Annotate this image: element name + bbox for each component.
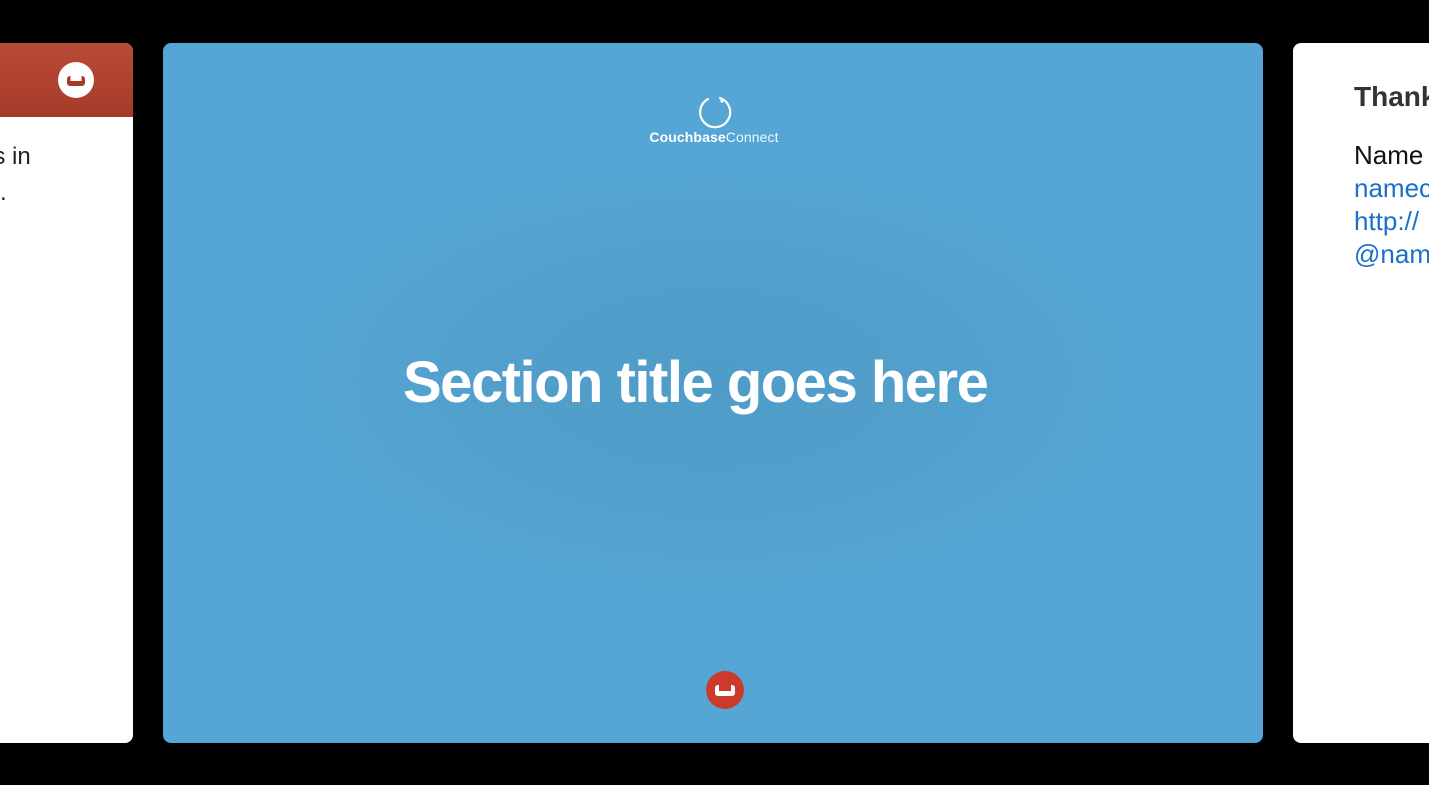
slide-viewer: us in m. CouchbaseConnect Section title … [0, 0, 1429, 785]
current-slide[interactable]: CouchbaseConnect Section title goes here [163, 43, 1263, 743]
couchbase-connect-logo: CouchbaseConnect [643, 93, 785, 153]
contact-url-link[interactable]: http:// [1354, 205, 1429, 238]
contact-name: Name [1354, 140, 1424, 170]
couchbase-logo-icon [58, 62, 94, 98]
brand-light-text: Connect [725, 129, 779, 145]
previous-slide-thumbnail[interactable]: us in m. [0, 43, 133, 743]
couchbase-logo-icon [706, 671, 744, 709]
section-title: Section title goes here [403, 350, 989, 415]
next-slide-title: Thank [1354, 81, 1429, 112]
couchbase-connect-wordmark: CouchbaseConnect [643, 129, 785, 145]
previous-slide-text: us in m. [0, 143, 31, 206]
contact-handle-link[interactable]: @nam [1354, 238, 1429, 271]
next-slide-thumbnail[interactable]: Thank Name namec http:// @nam [1293, 43, 1429, 743]
brand-bold-text: Couchbase [649, 129, 726, 145]
next-slide-contact-list: Name namec http:// @nam [1354, 139, 1429, 271]
couchbase-connect-ring-icon [699, 96, 732, 129]
contact-email-link[interactable]: namec [1354, 172, 1429, 205]
